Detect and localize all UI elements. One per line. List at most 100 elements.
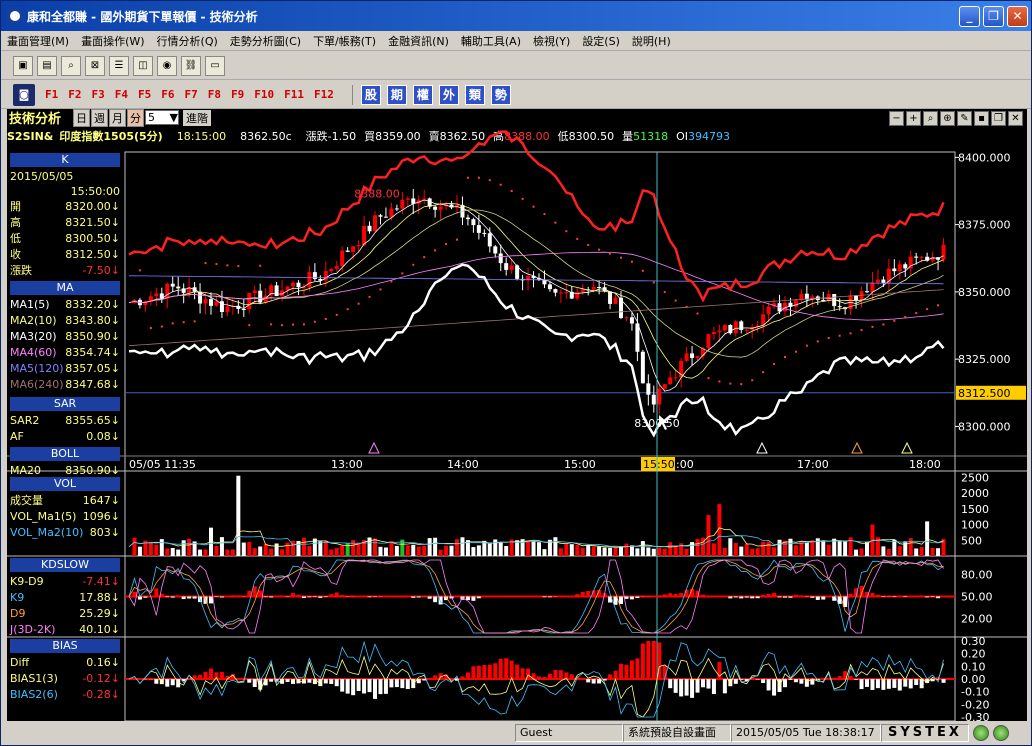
window-icon[interactable]: ▭	[205, 55, 225, 76]
fkey-f6[interactable]: F6	[161, 88, 174, 101]
monitor-icon[interactable]: ▤	[37, 55, 57, 76]
menu-screen-manage[interactable]: 畫面管理(M)	[7, 33, 69, 49]
candle-body	[657, 388, 662, 405]
category-foreign-button[interactable]: 外	[438, 84, 459, 105]
sar-dot	[663, 291, 666, 294]
signal-triangle-icon	[756, 441, 768, 454]
chart-canvas[interactable]: 8400.000 8375.000 8350.000 8325.000 8300.000…	[7, 109, 1027, 721]
vol-row-1-label: VOL_Ma1(5)	[10, 510, 77, 523]
kd-diff-bar	[547, 596, 552, 598]
link-icon[interactable]: ⛓	[181, 55, 201, 76]
color-icon[interactable]: ◉	[157, 55, 177, 76]
ma-row-2-label: MA3(20)	[10, 330, 57, 343]
sar-row-1: AF 0.08↓	[10, 429, 120, 444]
volume-bar	[394, 545, 399, 556]
volume-bar	[886, 548, 891, 556]
ma-row-1-value: 8343.80↓	[65, 314, 120, 327]
close-button[interactable]: ✕	[1007, 5, 1028, 27]
volume-bar	[274, 543, 279, 556]
menu-view[interactable]: 檢視(Y)	[533, 33, 570, 49]
candle-body	[580, 289, 585, 292]
home-icon[interactable]: ◙	[13, 83, 35, 106]
time-label: 15:00	[564, 458, 596, 471]
menu-settings[interactable]: 設定(S)	[582, 33, 620, 49]
minimize-button[interactable]: _	[959, 5, 980, 27]
fkey-f5[interactable]: F5	[138, 88, 151, 101]
menu-help[interactable]: 說明(H)	[632, 33, 671, 49]
fkey-f7[interactable]: F7	[185, 88, 198, 101]
bias-diff-bar	[619, 663, 623, 679]
new-window-icon[interactable]: ▣	[13, 55, 33, 76]
fkey-f3[interactable]: F3	[92, 88, 105, 101]
category-stock-button[interactable]: 股	[360, 84, 381, 105]
bias-diff-bar	[154, 679, 159, 684]
candle-body	[405, 198, 410, 200]
vol-section-header: VOL	[10, 477, 120, 491]
sar-dot	[456, 238, 458, 241]
bias-diff-bar	[793, 679, 798, 683]
kd-row-3-value: 40.10↓	[79, 623, 120, 636]
volume-bar	[433, 537, 438, 556]
sar-dot	[160, 325, 163, 328]
sar-dot	[696, 312, 699, 315]
fkey-f4[interactable]: F4	[115, 88, 128, 101]
menu-screen-operate[interactable]: 畫面操作(W)	[81, 33, 144, 49]
app-window: 康和全都賺 - 國外期貨下單報價 - 技術分析 _ ❐ ✕ 畫面管理(M) 畫面…	[0, 0, 1032, 746]
current-price-label: 8312.500	[958, 387, 1011, 400]
fkey-f11[interactable]: F11	[284, 88, 304, 101]
volume-bar	[269, 548, 274, 556]
kd-tick-label: 50.00	[961, 591, 993, 604]
ma-row-4: MA5(120) 8357.05↓	[10, 361, 120, 376]
bias-diff-bar	[668, 679, 673, 689]
category-futures-button[interactable]: 期	[386, 84, 407, 105]
vol-row-2-value: 803↓	[89, 526, 120, 539]
volume-bar	[455, 539, 459, 556]
volume-bar	[673, 545, 678, 556]
volume-bar	[837, 540, 842, 556]
bias-diff-bar	[493, 663, 498, 679]
k-row-1-label: 高	[10, 216, 21, 229]
layout-icon[interactable]: ☰	[109, 55, 129, 76]
menu-tools[interactable]: 輔助工具(A)	[461, 33, 521, 49]
category-trend-button[interactable]: 勢	[490, 84, 511, 105]
sar-dot	[718, 380, 721, 383]
fkey-f8[interactable]: F8	[208, 88, 221, 101]
sar-dot	[237, 265, 240, 268]
sar-dot	[784, 356, 786, 359]
kd-diff-bar	[170, 596, 175, 598]
bias-diff-bar	[236, 678, 241, 679]
bias-diff-bar	[509, 660, 514, 679]
candle-body	[564, 291, 569, 293]
bias-diff-bar	[356, 679, 361, 691]
fkey-f12[interactable]: F12	[314, 88, 334, 101]
menu-finance-info[interactable]: 金融資訊(N)	[388, 33, 449, 49]
kd-diff-bar	[629, 596, 634, 600]
fkey-f9[interactable]: F9	[231, 88, 244, 101]
kd-diff-bar	[367, 596, 372, 598]
volume-bar	[416, 546, 421, 556]
fkey-f1[interactable]: F1	[45, 88, 58, 101]
boll-lower-band	[128, 263, 945, 438]
menu-order-account[interactable]: 下單/帳務(T)	[313, 33, 376, 49]
bias-diff-bar	[624, 664, 629, 679]
bias-diff-bar	[537, 676, 541, 679]
kd-diff-bar	[465, 596, 470, 601]
kd-diff-bar	[225, 595, 230, 597]
bias-diff-bar	[465, 672, 470, 679]
kd-diff-bar	[471, 596, 476, 601]
menu-trend-chart[interactable]: 走勢分析圖(C)	[230, 33, 301, 49]
kd-diff-bar	[744, 596, 749, 598]
kd-diff-bar	[897, 595, 902, 597]
fkey-f2[interactable]: F2	[68, 88, 81, 101]
search-icon[interactable]: ⌕	[61, 55, 81, 76]
close-all-icon[interactable]: ⊠	[85, 55, 105, 76]
tile-icon[interactable]: ◫	[133, 55, 153, 76]
bias-diff-bar	[897, 679, 902, 691]
category-sector-button[interactable]: 類	[464, 84, 485, 105]
menu-quote-analysis[interactable]: 行情分析(Q)	[157, 33, 218, 49]
maximize-button[interactable]: ❐	[983, 5, 1004, 27]
candle-body	[422, 198, 427, 200]
category-options-button[interactable]: 權	[412, 84, 433, 105]
kd-diff-bar	[280, 595, 285, 597]
fkey-f10[interactable]: F10	[254, 88, 274, 101]
